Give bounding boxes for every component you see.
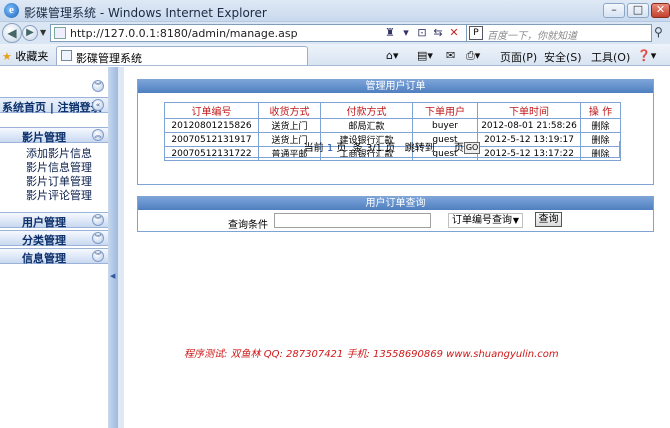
sidebar-system-bar: 系统首页 | 注销登录 «	[0, 97, 108, 115]
group-label: 分类管理	[22, 234, 66, 247]
chevron-up-icon[interactable]: ︽	[92, 129, 104, 141]
pager-page-unit: 页	[453, 143, 464, 154]
group-label: 用户管理	[22, 216, 66, 229]
sidebar-group-categories[interactable]: 分类管理 ︾	[0, 230, 108, 247]
browser-tab[interactable]: 影碟管理系统	[56, 46, 308, 65]
footer-credits: 程序测试: 双鱼林 QQ: 287307421 手机: 13558690869 …	[184, 349, 559, 360]
favorites-label: 收藏夹	[15, 50, 49, 63]
close-button[interactable]: ✕	[651, 3, 670, 18]
compat-view-icon[interactable]: ♜	[382, 25, 398, 41]
star-icon: ★	[2, 50, 12, 63]
address-dropdown-icon[interactable]: ▾	[398, 25, 414, 41]
sidebar: ︾ 系统首页 | 注销登录 « 影片管理 ︽ 添加影片信息 影片信息管理 影片订…	[0, 67, 108, 428]
query-panel-title: 用户订单查询	[138, 197, 653, 210]
group-label: 影片管理	[22, 131, 66, 144]
sidebar-top: ︾	[0, 79, 108, 95]
sidebar-group-users[interactable]: 用户管理 ︾	[0, 212, 108, 229]
favorites-button[interactable]: ★ 收藏夹	[2, 48, 48, 64]
home-icon[interactable]: ⌂▾	[386, 49, 399, 62]
pager-page-unit: 页	[336, 143, 347, 154]
feeds-icon[interactable]: ▤▾	[417, 49, 433, 62]
tab-title: 影碟管理系统	[76, 52, 142, 65]
page-icon	[54, 27, 66, 39]
address-url: http://127.0.0.1:8180/admin/manage.asp	[70, 27, 298, 40]
window-titlebar: e 影碟管理系统 - Windows Internet Explorer – □…	[0, 0, 670, 22]
chevron-down-icon[interactable]: ︾	[92, 250, 104, 262]
pager-current-page: 1	[326, 143, 334, 154]
print-icon[interactable]: ⎙▾	[466, 49, 480, 63]
search-engine-icon: P	[469, 26, 483, 40]
main-content: 管理用户订单 订单编号 收货方式 付款方式 下单用户 下单时间 操 作 2012…	[124, 67, 670, 428]
sidebar-group-movies[interactable]: 影片管理 ︽	[0, 127, 108, 144]
delete-link[interactable]: 删除	[580, 118, 621, 133]
collapse-sidebar-icon[interactable]: «	[92, 99, 104, 111]
column-header: 付款方式	[320, 102, 413, 119]
safety-menu[interactable]: 安全(S)	[544, 49, 582, 65]
column-header: 下单时间	[477, 102, 581, 119]
pager-records-label: 条	[352, 143, 363, 154]
search-icon[interactable]: ⚲	[654, 25, 663, 39]
order-time: 2012-08-01 21:58:26	[477, 118, 581, 133]
rss-icon[interactable]: ⊡	[414, 25, 430, 41]
page-viewport: ︾ 系统首页 | 注销登录 « 影片管理 ︽ 添加影片信息 影片信息管理 影片订…	[0, 67, 670, 428]
refresh-icon[interactable]: ⇆	[430, 25, 446, 41]
pager-records: 3/1	[365, 143, 383, 154]
column-header: 操 作	[580, 102, 621, 119]
sidebar-item-movie-comments[interactable]: 影片评论管理	[26, 187, 92, 203]
pager-jump-label: 跳转到	[404, 143, 435, 154]
pager-page-unit: 页	[385, 143, 396, 154]
pagination: 当前 1 页 条 3/1 页 跳转到 页 GO	[164, 141, 620, 158]
home-logout-links[interactable]: 系统首页 | 注销登录	[2, 99, 102, 115]
pager-current-label: 当前	[303, 143, 324, 154]
payment-method: 邮局汇款	[320, 118, 413, 133]
order-id: 20120801215826	[164, 118, 259, 133]
column-header: 下单用户	[412, 102, 478, 119]
table-row: 20120801215826 送货上门 邮局汇款 buyer 2012-08-0…	[164, 118, 621, 133]
page-menu[interactable]: 页面(P)	[500, 49, 537, 65]
back-button[interactable]: ◀	[2, 23, 22, 43]
sidebar-toggle-strip[interactable]: ◀	[108, 67, 118, 428]
ie-icon: e	[4, 3, 19, 18]
chevron-down-icon: ▼	[512, 216, 519, 225]
command-bar: ★ 收藏夹 影碟管理系统 ⌂▾ ▤▾ ✉ ⎙▾ 页面(P) 安全(S) 工具(O…	[0, 44, 670, 66]
tab-page-icon	[61, 50, 72, 61]
recent-pages-dropdown-icon[interactable]: ▼	[40, 28, 46, 37]
mail-icon[interactable]: ✉	[446, 49, 455, 62]
chevron-down-icon[interactable]: ︾	[92, 232, 104, 244]
stop-icon[interactable]: ✕	[446, 25, 462, 41]
orders-panel: 管理用户订单 订单编号 收货方式 付款方式 下单用户 下单时间 操 作 2012…	[137, 79, 654, 185]
query-type-value: 订单编号查询	[452, 215, 512, 226]
triangle-left-icon: ◀	[110, 272, 116, 280]
search-input[interactable]: P 百度一下，你就知道	[466, 24, 652, 42]
help-icon[interactable]: ❓▾	[637, 49, 656, 62]
forward-button[interactable]: ▶	[22, 25, 38, 41]
window-title: 影碟管理系统 - Windows Internet Explorer	[24, 6, 267, 20]
orders-panel-title: 管理用户订单	[138, 80, 653, 93]
column-header: 订单编号	[164, 102, 259, 119]
chevron-down-icon[interactable]: ︾	[92, 214, 104, 226]
address-bar-row: ◀ ▶ ▼ http://127.0.0.1:8180/admin/manage…	[0, 22, 670, 44]
maximize-button[interactable]: □	[627, 3, 649, 18]
query-button[interactable]: 查询	[535, 212, 562, 227]
query-type-select[interactable]: 订单编号查询 ▼	[448, 213, 523, 228]
query-condition-input[interactable]	[274, 213, 431, 228]
search-placeholder: 百度一下，你就知道	[487, 31, 577, 42]
table-header-row: 订单编号 收货方式 付款方式 下单用户 下单时间 操 作	[164, 102, 621, 119]
collapse-all-icon[interactable]: ︾	[92, 80, 104, 92]
query-condition-label: 查询条件	[228, 220, 268, 231]
column-header: 收货方式	[258, 102, 321, 119]
tools-menu[interactable]: 工具(O)	[591, 49, 630, 65]
group-label: 信息管理	[22, 252, 66, 265]
order-user: buyer	[412, 118, 478, 133]
query-panel: 用户订单查询 查询条件 订单编号查询 ▼ 查询	[137, 196, 654, 232]
go-button[interactable]: GO	[463, 142, 481, 154]
delivery-method: 送货上门	[258, 118, 321, 133]
sidebar-group-info[interactable]: 信息管理 ︾	[0, 248, 108, 265]
minimize-button[interactable]: –	[603, 3, 625, 18]
